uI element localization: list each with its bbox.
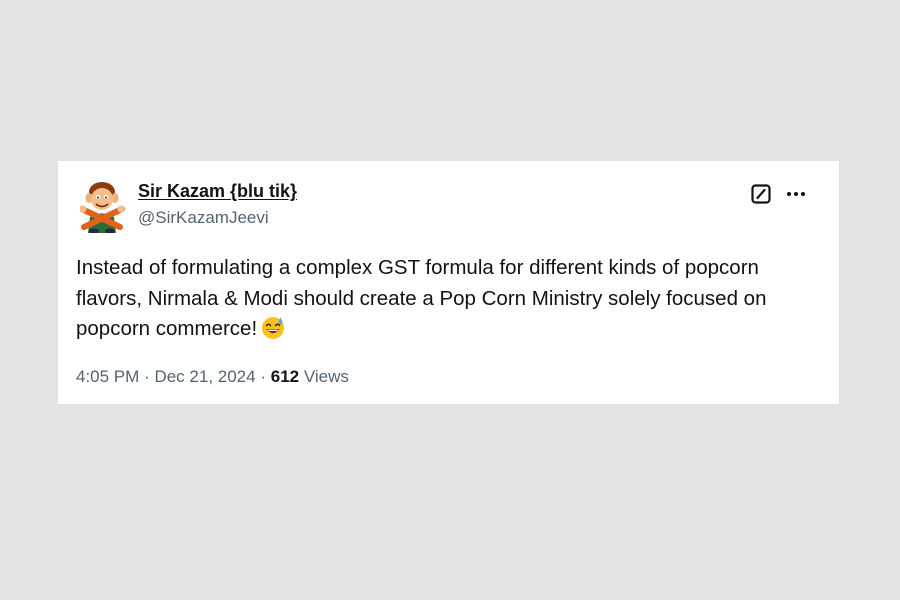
tweet-card: Sir Kazam {blu tik} @SirKazamJeevi Inste…	[58, 161, 840, 404]
tweet-text: Instead of formulating a complex GST for…	[76, 256, 767, 340]
author-avatar[interactable]	[79, 179, 126, 234]
views-count: 612	[270, 367, 300, 386]
author-display-name[interactable]: Sir Kazam {blu tik}	[138, 181, 297, 202]
views-label: Views	[303, 367, 349, 386]
cartoon-avatar-icon	[79, 182, 125, 234]
grok-icon[interactable]	[751, 184, 771, 204]
meta-separator: ·	[260, 367, 266, 386]
author-handle[interactable]: @SirKazamJeevi	[138, 208, 269, 228]
tweet-body: Instead of formulating a complex GST for…	[76, 253, 826, 345]
more-options-icon[interactable]	[785, 183, 807, 205]
grinning-face-with-sweat-emoji	[261, 316, 285, 340]
meta-separator: ·	[144, 367, 150, 386]
tweet-time[interactable]: 4:05 PM	[76, 367, 139, 386]
tweet-date[interactable]: Dec 21, 2024	[154, 367, 255, 386]
tweet-meta: 4:05 PM · Dec 21, 2024 · 612 Views	[76, 367, 349, 387]
